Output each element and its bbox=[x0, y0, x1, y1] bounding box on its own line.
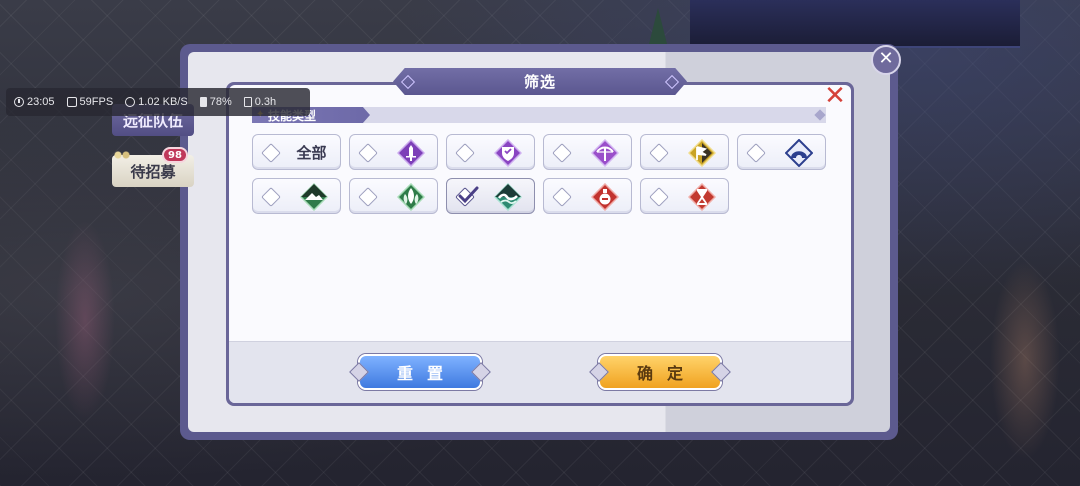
skill-option-sword[interactable] bbox=[349, 134, 438, 170]
checkbox-icon bbox=[455, 143, 475, 163]
hourglass-gem-icon bbox=[688, 183, 716, 211]
shield-gem-icon bbox=[494, 139, 522, 167]
checkbox-icon bbox=[649, 187, 669, 207]
session-icon bbox=[243, 97, 252, 107]
background-building bbox=[690, 0, 1020, 48]
skill-option-leaf[interactable] bbox=[349, 178, 438, 214]
reset-button[interactable]: 重置 bbox=[358, 354, 482, 390]
status-session: 0.3h bbox=[243, 96, 277, 108]
clock-icon bbox=[14, 97, 24, 107]
status-fps: 59FPS bbox=[66, 96, 114, 108]
status-time-value: 23:05 bbox=[27, 96, 55, 108]
fps-icon bbox=[66, 97, 77, 107]
background-glow bbox=[55, 220, 115, 420]
confirm-button[interactable]: 确定 bbox=[598, 354, 722, 390]
status-session-value: 0.3h bbox=[254, 96, 277, 108]
skill-option-mountain[interactable] bbox=[252, 178, 341, 214]
skill-option-dome[interactable] bbox=[737, 134, 826, 170]
status-time: 23:05 bbox=[14, 96, 55, 108]
filter-dialog-title-text: 筛选 bbox=[523, 73, 556, 91]
skill-option-all-label: 全部 bbox=[296, 143, 327, 162]
checkbox-icon bbox=[358, 143, 378, 163]
performance-overlay: 23:05 59FPS 1.02 KB/S 78% 0.3h bbox=[6, 88, 310, 116]
bow-gem-icon bbox=[591, 139, 619, 167]
recruit-count: 98 bbox=[168, 149, 182, 161]
filter-dialog-footer bbox=[229, 341, 851, 403]
skill-option-wave[interactable] bbox=[446, 178, 535, 214]
network-icon bbox=[125, 97, 136, 107]
checkbox-icon bbox=[552, 187, 572, 207]
checkmark-icon bbox=[458, 186, 479, 204]
skill-option-shield[interactable] bbox=[446, 134, 535, 170]
recruit-decoration-icon bbox=[112, 148, 132, 162]
leaf-gem-icon bbox=[397, 183, 425, 211]
skill-type-section-header: ✦ 技能类型 bbox=[252, 107, 826, 123]
status-battery-value: 78% bbox=[209, 96, 232, 108]
status-network-value: 1.02 KB/S bbox=[138, 96, 188, 108]
filter-dialog-body bbox=[229, 85, 851, 403]
checkbox-icon bbox=[261, 143, 281, 163]
mountain-gem-icon bbox=[300, 183, 328, 211]
section-end-diamond-icon bbox=[814, 109, 826, 121]
recruit-label: 待招募 bbox=[130, 162, 176, 181]
skill-option-flag[interactable] bbox=[640, 134, 729, 170]
dome-gem-icon bbox=[785, 139, 813, 167]
skill-option-potion[interactable] bbox=[543, 178, 632, 214]
flag-gem-icon bbox=[688, 139, 716, 167]
background-tree bbox=[648, 8, 668, 48]
confirm-button-label: 确定 bbox=[636, 364, 697, 383]
checkbox-icon bbox=[358, 187, 378, 207]
wave-gem-icon bbox=[494, 183, 522, 211]
recruit-count-badge: 98 bbox=[162, 147, 188, 163]
filter-dialog bbox=[226, 82, 854, 406]
reset-button-label: 重置 bbox=[396, 364, 457, 383]
battery-icon bbox=[199, 97, 207, 107]
skill-option-hourglass[interactable] bbox=[640, 178, 729, 214]
close-icon[interactable]: ✕ bbox=[822, 83, 848, 110]
skill-type-options: 全部 bbox=[252, 134, 830, 214]
skill-option-all[interactable]: 全部 bbox=[252, 134, 341, 170]
background-glow bbox=[990, 260, 1060, 460]
status-battery: 78% bbox=[199, 96, 232, 108]
sword-gem-icon bbox=[397, 139, 425, 167]
filter-dialog-title: 筛选 bbox=[393, 68, 687, 95]
status-fps-value: 59FPS bbox=[79, 96, 114, 108]
potion-gem-icon bbox=[591, 183, 619, 211]
window-close-button[interactable]: ✕ bbox=[871, 45, 901, 75]
checkbox-icon bbox=[261, 187, 281, 207]
checkbox-icon bbox=[746, 143, 766, 163]
checkbox-icon bbox=[552, 143, 572, 163]
skill-option-bow[interactable] bbox=[543, 134, 632, 170]
checkbox-icon bbox=[649, 143, 669, 163]
status-network: 1.02 KB/S bbox=[125, 96, 188, 108]
